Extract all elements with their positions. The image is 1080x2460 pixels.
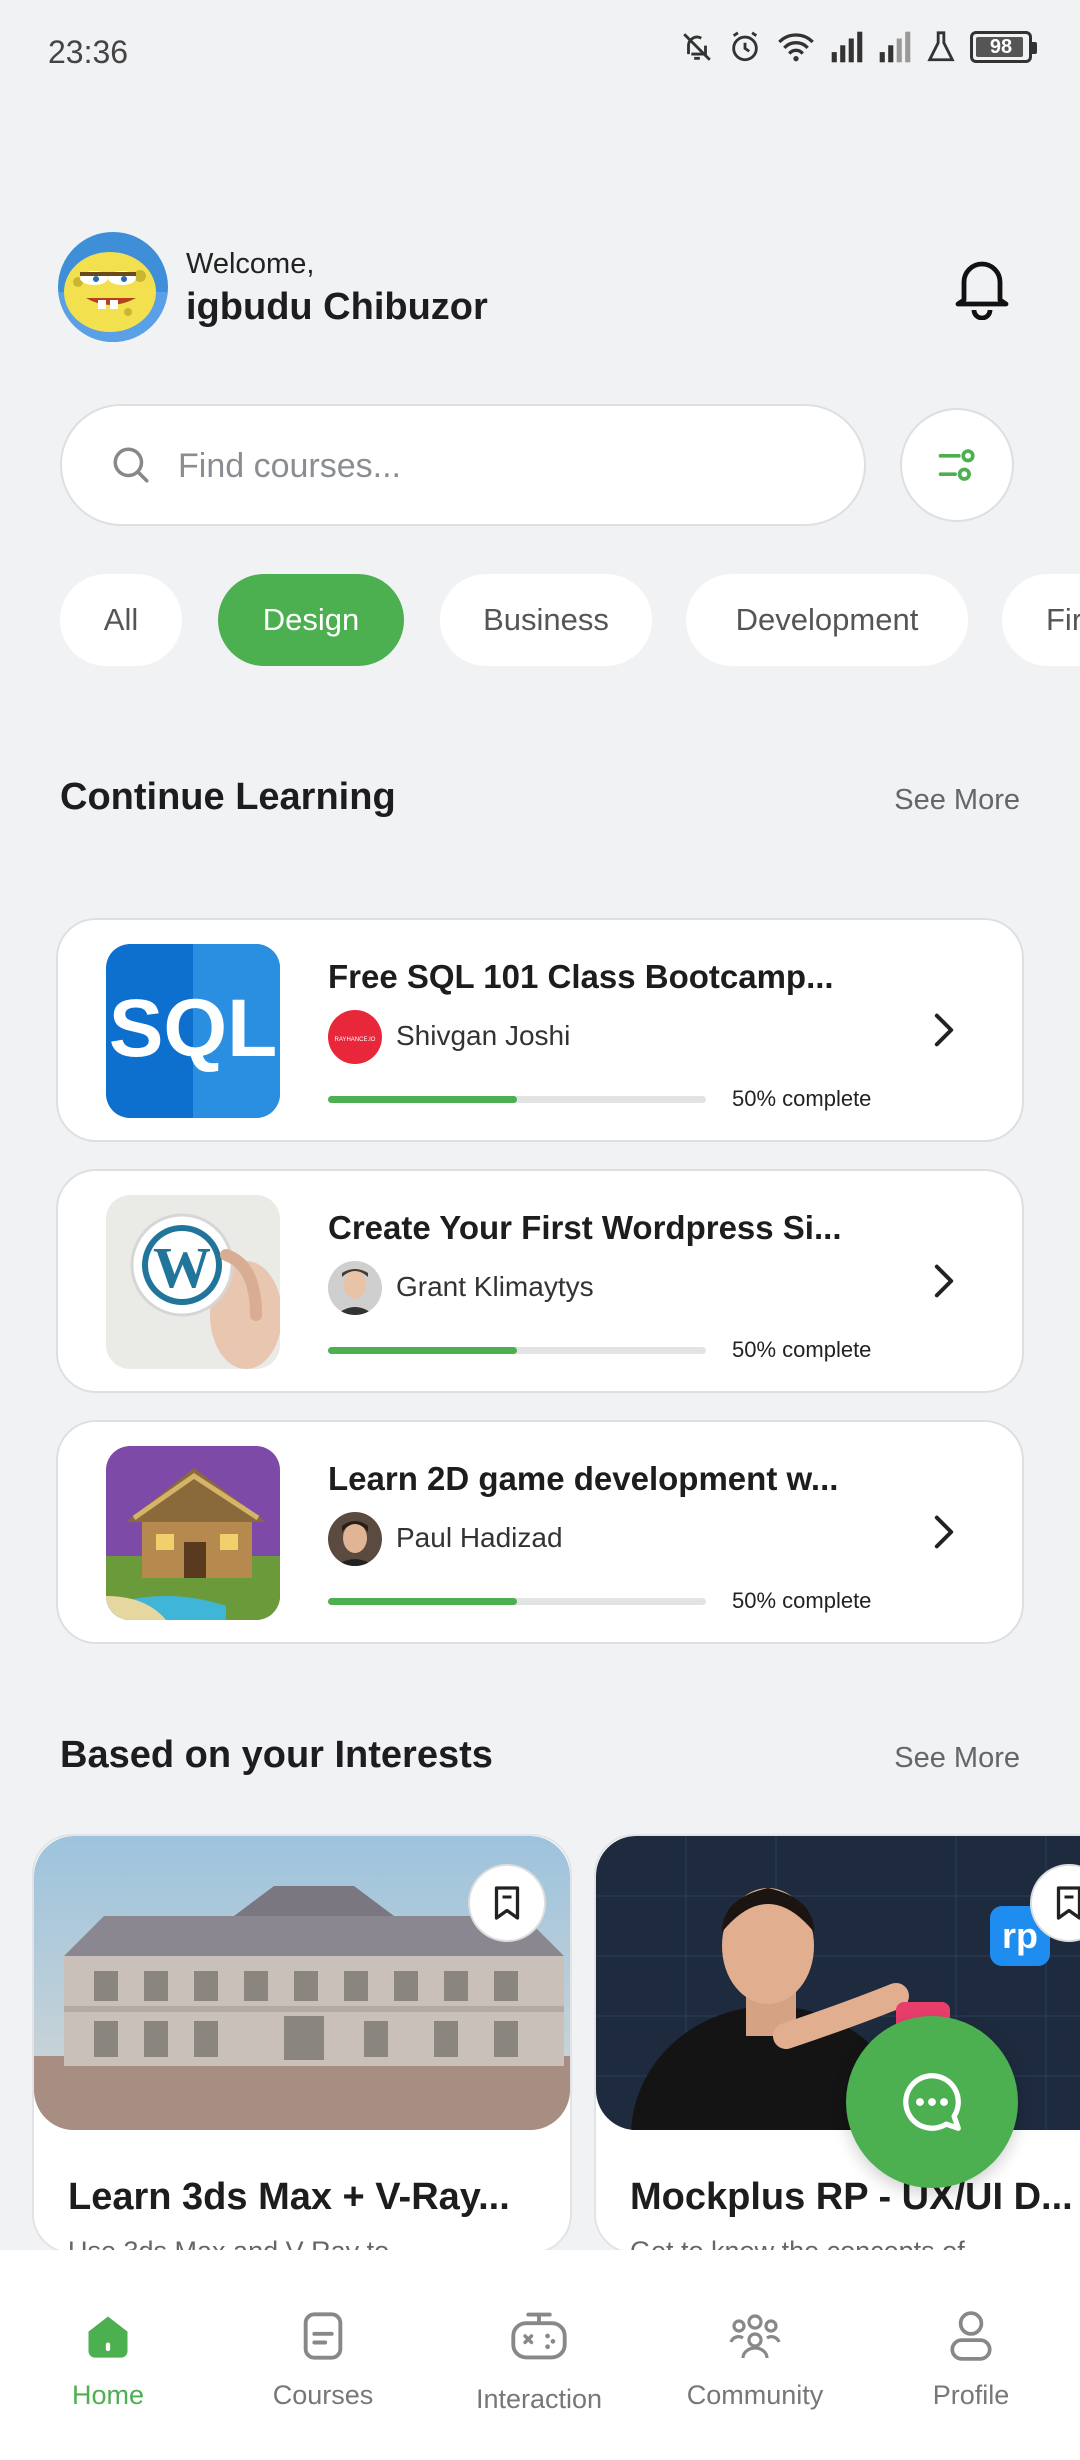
- lab-flask-icon: [927, 31, 955, 62]
- bell-icon: [955, 261, 1009, 320]
- status-time: 23:36: [48, 34, 129, 70]
- nav-label: Community: [686, 2380, 824, 2410]
- user-name: igbudu Chibuzor: [186, 286, 488, 328]
- chat-fab-button[interactable]: [846, 2016, 1018, 2188]
- alarm-icon: [732, 31, 758, 62]
- bookmark-icon: [1056, 1886, 1080, 1920]
- filter-button[interactable]: [900, 408, 1014, 522]
- instructor-name: Grant Klimaytys: [396, 1271, 594, 1302]
- instructor-name: Paul Hadizad: [396, 1522, 563, 1553]
- interest-title: Learn 3ds Max + V-Ray...: [68, 2176, 510, 2218]
- signal-icon: [831, 31, 863, 63]
- notifications-button[interactable]: [942, 246, 1022, 326]
- nav-label: Profile: [932, 2380, 1010, 2410]
- welcome-text: Welcome,: [186, 248, 315, 280]
- continue-learning-see-more[interactable]: See More: [894, 784, 1020, 817]
- progress-bar: [328, 1598, 706, 1605]
- course-title: Learn 2D game development w...: [328, 1460, 839, 1497]
- nav-home[interactable]: Home: [18, 2306, 198, 2411]
- svg-text:RAYHANCE.IO: RAYHANCE.IO: [335, 1037, 376, 1043]
- course-card[interactable]: SQL Free SQL 101 Class Bootcamp... RAYHA…: [56, 918, 1024, 1142]
- instructor-avatar: RAYHANCE.IO: [328, 1010, 382, 1064]
- instructor-name: Shivgan Joshi: [396, 1020, 571, 1051]
- chat-bubble-icon: [903, 2073, 961, 2131]
- bottom-nav: Home Courses Interaction Community Profi…: [0, 2250, 1080, 2460]
- chip-business[interactable]: Business: [440, 574, 652, 666]
- instructor-avatar: [328, 1261, 382, 1315]
- progress-bar: [328, 1096, 706, 1103]
- nav-courses[interactable]: Courses: [233, 2306, 413, 2411]
- instructor-avatar: [328, 1512, 382, 1566]
- continue-learning-title: Continue Learning: [60, 776, 396, 818]
- course-thumbnail-2d-game: [106, 1446, 280, 1620]
- progress-text: 50% complete: [732, 1086, 872, 1111]
- interest-card[interactable]: Learn 3ds Max + V-Ray... Use 3ds Max and…: [32, 1834, 572, 2254]
- bookmark-icon: [494, 1886, 520, 1920]
- signal-icon-2: [879, 31, 911, 63]
- nav-profile[interactable]: Profile: [881, 2306, 1061, 2411]
- nav-interaction[interactable]: Interaction: [449, 2306, 629, 2415]
- mute-notifications-icon: [683, 33, 711, 61]
- community-icon: [725, 2306, 785, 2366]
- nav-label: Home: [71, 2380, 145, 2410]
- chip-design[interactable]: Design: [218, 574, 404, 666]
- gamepad-icon: [509, 2306, 569, 2366]
- battery-level: 98: [989, 35, 1013, 58]
- chevron-right-icon[interactable]: [926, 1512, 962, 1552]
- svg-text:rp: rp: [1002, 1915, 1038, 1956]
- search-bar[interactable]: [60, 404, 866, 526]
- battery-icon: 98: [970, 31, 1037, 63]
- search-icon: [110, 444, 152, 491]
- avatar[interactable]: [58, 232, 168, 342]
- course-card[interactable]: W Create Your First Wordpress Si... Gran…: [56, 1169, 1024, 1393]
- progress-bar: [328, 1347, 706, 1354]
- home-icon: [78, 2306, 138, 2366]
- chip-more[interactable]: Fir: [1002, 574, 1080, 666]
- courses-icon: [293, 2306, 353, 2366]
- course-thumbnail-sql: SQL: [106, 944, 280, 1118]
- nav-label: Interaction: [475, 2384, 603, 2414]
- chip-development[interactable]: Development: [686, 574, 968, 666]
- search-input[interactable]: [178, 436, 818, 496]
- course-title: Free SQL 101 Class Bootcamp...: [328, 958, 834, 995]
- interest-title: Mockplus RP - UX/UI D...: [630, 2176, 1073, 2218]
- nav-label: Courses: [272, 2380, 374, 2410]
- course-title: Create Your First Wordpress Si...: [328, 1209, 842, 1246]
- header: Welcome, igbudu Chibuzor: [58, 232, 1022, 342]
- chevron-right-icon[interactable]: [926, 1010, 962, 1050]
- progress-text: 50% complete: [732, 1588, 872, 1613]
- progress-text: 50% complete: [732, 1337, 872, 1362]
- bookmark-button[interactable]: [468, 1864, 546, 1942]
- chevron-right-icon[interactable]: [926, 1261, 962, 1301]
- svg-text:SQL: SQL: [109, 983, 278, 1074]
- course-card[interactable]: Learn 2D game development w... Paul Hadi…: [56, 1420, 1024, 1644]
- course-thumbnail-wordpress: W: [106, 1195, 280, 1369]
- svg-text:W: W: [153, 1235, 211, 1300]
- status-icons: 98: [680, 30, 1037, 64]
- filter-icon: [938, 449, 975, 481]
- chip-all[interactable]: All: [60, 574, 182, 666]
- profile-icon: [941, 2306, 1001, 2366]
- nav-community[interactable]: Community: [665, 2306, 845, 2411]
- interests-title: Based on your Interests: [60, 1734, 493, 1776]
- status-bar: 23:36 98: [0, 0, 1080, 110]
- interest-card[interactable]: rp Mockplus RP - UX/UI D... Get to know …: [594, 1834, 1080, 2254]
- interests-see-more[interactable]: See More: [894, 1742, 1020, 1775]
- category-chips: All Design Business Development Fir: [60, 574, 1080, 666]
- wifi-icon: [778, 33, 814, 62]
